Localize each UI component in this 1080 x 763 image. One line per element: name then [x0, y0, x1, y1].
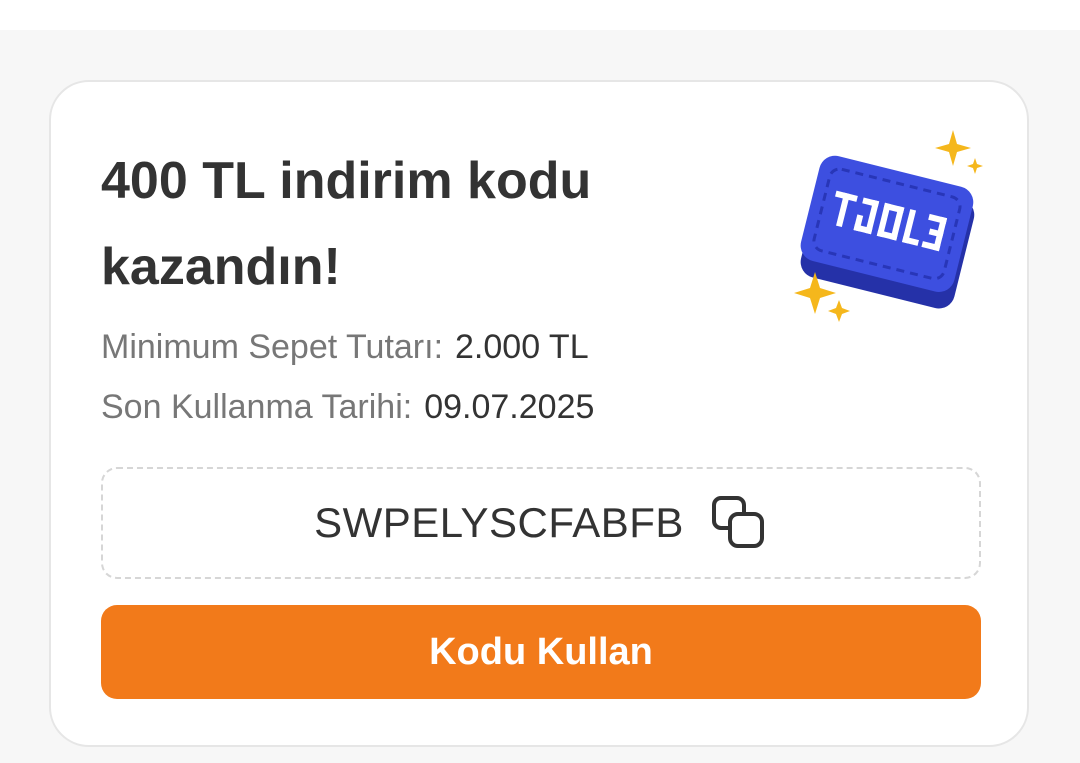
expiry-row: Son Kullanma Tarihi: 09.07.2025: [101, 387, 594, 427]
coupon-code-box[interactable]: SWPELYSCFABFB: [101, 467, 981, 579]
expiry-label: Son Kullanma Tarihi:: [101, 388, 413, 426]
expiry-value: 09.07.2025: [424, 388, 595, 426]
coupon-title: 400 TL indirim kodu kazandın!: [101, 152, 592, 296]
copy-icon[interactable]: [710, 494, 768, 552]
coupon-code: SWPELYSCFABFB: [314, 499, 684, 546]
min-basket-row: Minimum Sepet Tutarı: 2.000 TL: [101, 327, 589, 367]
coupon-card: 400 TL indirim kodu kazandın! Minimum Se…: [49, 80, 1029, 747]
use-code-button[interactable]: Kodu Kullan: [101, 605, 981, 699]
coupon-ticket-icon: [794, 130, 983, 322]
min-basket-value: 2.000 TL: [455, 328, 589, 366]
min-basket-label: Minimum Sepet Tutarı:: [101, 328, 444, 366]
